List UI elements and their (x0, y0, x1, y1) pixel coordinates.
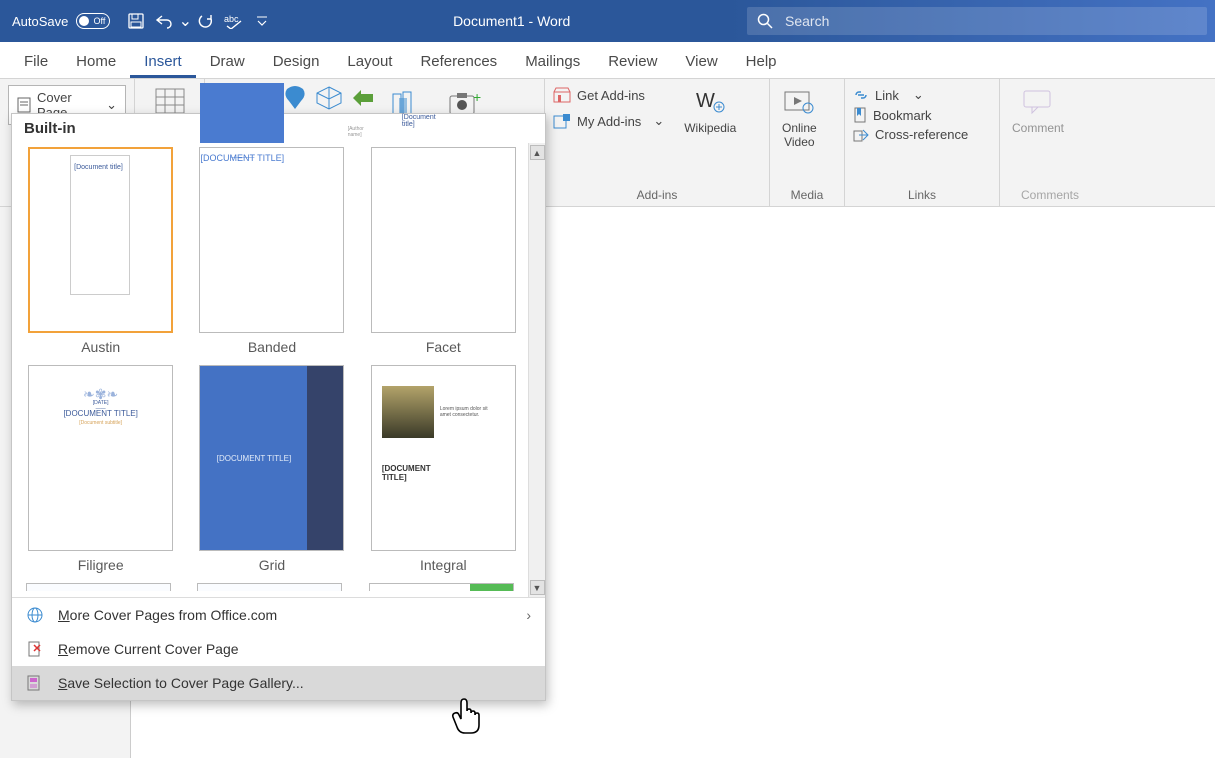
ribbon-tabs: File Home Insert Draw Design Layout Refe… (0, 42, 1215, 79)
addins-group-label: Add-ins (545, 188, 769, 202)
search-input[interactable] (785, 13, 1197, 29)
online-video-button[interactable]: OnlineVideo (778, 83, 821, 151)
comments-group: Comment Comments (1000, 79, 1100, 206)
get-addins-button[interactable]: Get Add-ins (553, 87, 664, 103)
tab-view[interactable]: View (671, 45, 731, 78)
more-cover-pages-item[interactable]: More Cover Pages from Office.com › (12, 598, 545, 632)
scroll-down-button[interactable]: ▼ (530, 580, 545, 595)
chevron-down-icon: ⌄ (913, 87, 924, 103)
undo-dropdown-icon[interactable]: ⌄ (178, 7, 192, 35)
tab-draw[interactable]: Draw (196, 45, 259, 78)
svg-text:+: + (473, 92, 481, 105)
addins-group: Get Add-ins My Add-ins ⌄ W Wikipedia Add… (545, 79, 770, 206)
template-partial[interactable] (197, 583, 342, 591)
page-icon (17, 97, 31, 113)
tab-review[interactable]: Review (594, 45, 671, 78)
comment-icon (1021, 85, 1055, 119)
remove-page-icon (26, 640, 44, 658)
spellcheck-icon[interactable]: abc (220, 7, 248, 35)
tab-mailings[interactable]: Mailings (511, 45, 594, 78)
qat-customize-icon[interactable] (248, 7, 276, 35)
tab-help[interactable]: Help (732, 45, 791, 78)
toggle-off-icon: Off (76, 13, 110, 29)
tab-layout[interactable]: Layout (333, 45, 406, 78)
chevron-down-icon: ⌄ (106, 97, 117, 113)
autosave-label: AutoSave (12, 14, 68, 29)
cover-page-dropdown: Built-in [Document title] Austin [DOCUME… (11, 113, 546, 701)
my-addins-button[interactable]: My Add-ins ⌄ (553, 113, 664, 129)
tab-insert[interactable]: Insert (130, 45, 196, 78)
link-button[interactable]: Link ⌄ (853, 87, 991, 103)
scroll-up-button[interactable]: ▲ (530, 145, 545, 160)
title-bar: AutoSave Off ⌄ abc Document1 - Word (0, 0, 1215, 42)
svg-text:W: W (696, 90, 715, 112)
undo-icon[interactable] (150, 7, 178, 35)
remove-cover-page-item[interactable]: Remove Current Cover Page (12, 632, 545, 666)
gallery-scrollbar[interactable]: ▲ ▼ (528, 143, 545, 597)
store-icon (553, 87, 571, 103)
dropdown-menu: More Cover Pages from Office.com › Remov… (12, 597, 545, 700)
bookmark-button[interactable]: Bookmark (853, 107, 991, 123)
redo-icon[interactable] (192, 7, 220, 35)
template-austin[interactable]: [Document title] Austin (26, 147, 175, 355)
template-integral[interactable]: Lorem ipsum dolor sit amet consectetur. … (369, 365, 518, 573)
autosave-toggle[interactable]: AutoSave Off (0, 13, 122, 29)
icons-icon[interactable] (281, 85, 309, 116)
smartart-icon[interactable] (349, 85, 377, 116)
template-grid[interactable]: [DOCUMENT TITLE] Grid (197, 365, 346, 573)
links-group: Link ⌄ Bookmark Cross-reference Links (845, 79, 1000, 206)
comment-button[interactable]: Comment (1008, 83, 1068, 137)
bookmark-icon (853, 107, 867, 123)
template-filigree[interactable]: ❧✾❧[DOCUMENT TITLE][Document subtitle][D… (26, 365, 175, 573)
svg-text:abc: abc (224, 14, 239, 24)
addins-icon (553, 113, 571, 129)
chevron-down-icon: ⌄ (653, 113, 664, 129)
document-title: Document1 - Word (276, 13, 747, 29)
tab-references[interactable]: References (406, 45, 511, 78)
links-group-label: Links (845, 188, 999, 202)
template-facet[interactable]: [Document title][Author name] Facet (369, 147, 518, 355)
template-partial[interactable] (369, 583, 514, 591)
chevron-right-icon: › (526, 607, 531, 623)
crossref-icon (853, 128, 869, 142)
save-gallery-icon (26, 674, 44, 692)
video-icon (782, 85, 816, 119)
template-banded[interactable]: [DOCUMENT TITLE]———— Banded (197, 147, 346, 355)
search-box[interactable] (747, 7, 1207, 35)
tab-file[interactable]: File (10, 45, 62, 78)
wikipedia-button[interactable]: W Wikipedia (680, 83, 740, 137)
search-icon (757, 13, 773, 29)
save-to-gallery-item[interactable]: Save Selection to Cover Page Gallery... (12, 666, 545, 700)
tab-home[interactable]: Home (62, 45, 130, 78)
template-gallery: [Document title] Austin [DOCUMENT TITLE]… (12, 143, 528, 597)
globe-icon (26, 606, 44, 624)
media-group: OnlineVideo Media (770, 79, 845, 206)
save-icon[interactable] (122, 7, 150, 35)
wikipedia-icon: W (693, 85, 727, 119)
comments-group-label: Comments (1000, 188, 1100, 202)
models-icon[interactable] (315, 85, 343, 116)
template-partial[interactable] (26, 583, 171, 591)
cross-reference-button[interactable]: Cross-reference (853, 127, 991, 142)
link-icon (853, 88, 869, 102)
media-group-label: Media (770, 188, 844, 202)
tab-design[interactable]: Design (259, 45, 334, 78)
